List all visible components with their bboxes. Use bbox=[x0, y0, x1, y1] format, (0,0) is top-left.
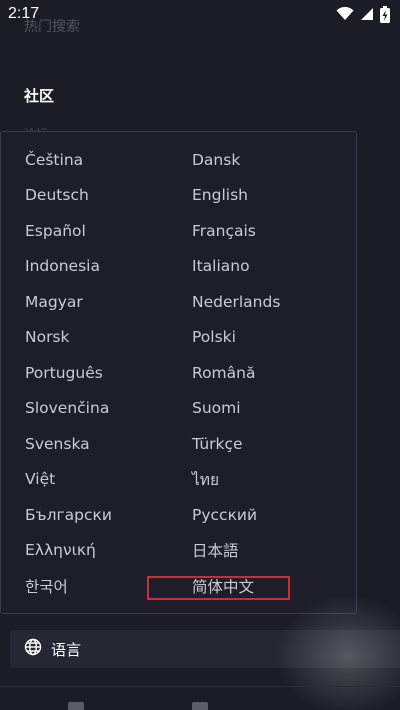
language-option[interactable]: Suomi bbox=[192, 391, 342, 427]
language-button[interactable]: 语言 bbox=[10, 630, 400, 668]
language-option[interactable]: 한국어 bbox=[25, 568, 192, 604]
instagram-icon[interactable] bbox=[192, 702, 208, 710]
language-option-selected[interactable]: 简体中文 bbox=[192, 568, 342, 604]
community-heading: 社区 bbox=[24, 87, 55, 105]
footer-divider bbox=[0, 686, 400, 687]
language-option[interactable]: Slovenčina bbox=[25, 391, 192, 427]
language-option[interactable]: Norsk bbox=[25, 320, 192, 356]
language-option[interactable]: Ελληνική bbox=[25, 533, 192, 569]
language-option[interactable]: English bbox=[192, 178, 342, 214]
language-option[interactable]: 日本語 bbox=[192, 533, 342, 569]
language-option[interactable]: Svenska bbox=[25, 426, 192, 462]
language-option[interactable]: ไทย bbox=[192, 462, 342, 498]
status-icons bbox=[336, 5, 390, 23]
language-option[interactable]: Български bbox=[25, 497, 192, 533]
language-option[interactable]: Nederlands bbox=[192, 284, 342, 320]
globe-icon bbox=[24, 638, 42, 660]
language-button-label: 语言 bbox=[51, 640, 82, 659]
language-option[interactable]: Français bbox=[192, 213, 342, 249]
faded-menu-text: 热门搜索 bbox=[24, 19, 80, 35]
language-option[interactable]: Русский bbox=[192, 497, 342, 533]
language-option[interactable]: Italiano bbox=[192, 249, 342, 285]
signal-icon bbox=[360, 7, 374, 21]
language-dropdown-panel: Čeština Dansk Deutsch English Español Fr… bbox=[0, 131, 357, 614]
language-option[interactable]: Română bbox=[192, 355, 342, 391]
language-option[interactable]: Türkçe bbox=[192, 426, 342, 462]
language-option[interactable]: Magyar bbox=[25, 284, 192, 320]
language-option[interactable]: Čeština bbox=[25, 142, 192, 178]
language-option[interactable]: Dansk bbox=[192, 142, 342, 178]
language-option[interactable]: Português bbox=[25, 355, 192, 391]
language-option[interactable]: Español bbox=[25, 213, 192, 249]
language-option[interactable]: Việt bbox=[25, 462, 192, 498]
language-option[interactable]: Polski bbox=[192, 320, 342, 356]
language-options-grid: Čeština Dansk Deutsch English Español Fr… bbox=[25, 142, 345, 604]
wifi-icon bbox=[336, 7, 354, 21]
language-option[interactable]: Deutsch bbox=[25, 178, 192, 214]
language-option[interactable]: Indonesia bbox=[25, 249, 192, 285]
battery-charging-icon bbox=[380, 5, 390, 23]
facebook-icon[interactable] bbox=[68, 702, 84, 710]
